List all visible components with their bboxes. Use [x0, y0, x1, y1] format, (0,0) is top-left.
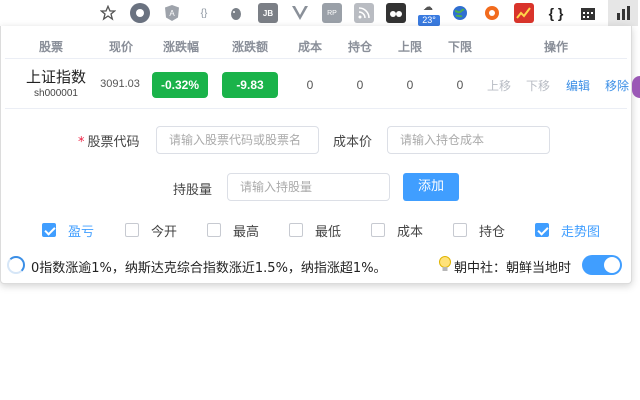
avatar[interactable] — [632, 76, 640, 98]
header-upper: 上限 — [397, 40, 422, 54]
header-price: 现价 — [108, 40, 133, 54]
rp-extension-icon[interactable]: RP — [322, 3, 342, 23]
lightbulb-icon — [438, 255, 452, 277]
jb-extension-icon[interactable]: JB — [258, 3, 278, 23]
position-value: 0 — [356, 78, 364, 92]
star-icon[interactable] — [98, 3, 118, 23]
checkbox[interactable] — [371, 223, 385, 237]
checkbox-checked[interactable] — [535, 223, 549, 237]
rss-extension-icon[interactable] — [354, 3, 374, 23]
add-button[interactable]: 添加 — [403, 173, 459, 201]
header-change-amt: 涨跌额 — [231, 40, 268, 54]
edit-button[interactable]: 编辑 — [566, 77, 590, 94]
move-down-button[interactable]: 下移 — [526, 77, 550, 94]
lower-value: 0 — [456, 78, 464, 92]
checkbox[interactable] — [453, 223, 467, 237]
tampermonkey-extension-icon[interactable] — [386, 3, 406, 23]
toggle-high[interactable]: 最高 — [207, 222, 259, 240]
checkbox-checked[interactable] — [42, 223, 56, 237]
checkbox[interactable] — [207, 223, 221, 237]
ticker-toggle[interactable] — [582, 255, 622, 275]
stock-price: 3091.03 — [100, 78, 140, 90]
stocks-extension-icon[interactable] — [608, 0, 638, 26]
ticker-text: 0指数涨逾1%，纳斯达克综合指数涨近1.5%，纳指涨超1%。 — [31, 261, 387, 276]
toggle-low[interactable]: 最低 — [289, 222, 341, 240]
browser-toolbar: A {} JB RP ☁ 23° { } — [0, 0, 640, 26]
news-headline[interactable]: 朝中社：朝鲜当地时 — [454, 257, 578, 276]
stock-code-label: * 股票代码 — [78, 135, 140, 150]
cost-price-label: 成本价 — [333, 135, 373, 150]
stock-popup: 股票 现价 涨跌幅 涨跌额 成本 持仓 上限 下限 操作 上证指数 sh0000… — [0, 26, 632, 284]
header-divider — [5, 58, 627, 59]
weather-temp-badge: 23° — [418, 15, 440, 26]
evernote-extension-icon[interactable] — [226, 3, 246, 23]
toggle-position[interactable]: 持仓 — [453, 222, 505, 240]
move-up-button[interactable]: 上移 — [487, 77, 511, 94]
header-stock: 股票 — [38, 40, 63, 54]
header-cost: 成本 — [297, 40, 322, 54]
stock-code: sh000001 — [34, 88, 78, 99]
chat-extension-icon[interactable] — [130, 3, 150, 23]
stock-code-input[interactable]: 请输入股票代码或股票名 — [156, 126, 319, 154]
globe-extension-icon[interactable] — [450, 3, 470, 23]
row-divider — [5, 108, 627, 109]
json-extension-icon[interactable]: {} — [194, 3, 214, 23]
change-pct-badge: -0.32% — [152, 72, 208, 98]
toggle-trend-chart[interactable]: 走势图 — [535, 222, 600, 240]
checkbox[interactable] — [289, 223, 303, 237]
lifebuoy-extension-icon[interactable] — [482, 3, 502, 23]
braces-extension-icon[interactable]: { } — [546, 3, 566, 23]
cost-price-input[interactable]: 请输入持仓成本 — [387, 126, 550, 154]
change-amt-badge: -9.83 — [222, 72, 278, 98]
cost-value: 0 — [306, 78, 314, 92]
required-asterisk: * — [78, 135, 85, 150]
weather-extension-icon[interactable]: ☁ 23° — [418, 2, 440, 26]
stock-name: 上证指数 — [25, 69, 86, 86]
upper-value: 0 — [406, 78, 414, 92]
quantity-label: 持股量 — [173, 183, 213, 198]
header-position: 持仓 — [347, 40, 372, 54]
vue-extension-icon[interactable] — [290, 3, 310, 23]
toggle-profit[interactable]: 盈亏 — [42, 222, 94, 240]
remove-button[interactable]: 移除 — [605, 77, 629, 94]
loading-spinner-icon — [7, 256, 25, 274]
header-lower: 下限 — [447, 40, 472, 54]
svg-text:A: A — [169, 9, 175, 18]
quantity-input[interactable]: 请输入持股量 — [227, 173, 390, 201]
calendar-extension-icon[interactable] — [578, 3, 598, 23]
checkbox[interactable] — [125, 223, 139, 237]
header-change-pct: 涨跌幅 — [162, 40, 199, 54]
toggle-open[interactable]: 今开 — [125, 222, 177, 240]
news-ticker: 0指数涨逾1%，纳斯达克综合指数涨近1.5%，纳指涨超1%。 朝中社：朝鲜当地时 — [1, 254, 631, 278]
toggle-cost[interactable]: 成本 — [371, 222, 423, 240]
stock-chart-extension-icon[interactable] — [514, 3, 534, 23]
angular-extension-icon[interactable]: A — [162, 3, 182, 23]
header-actions: 操作 — [543, 40, 568, 54]
